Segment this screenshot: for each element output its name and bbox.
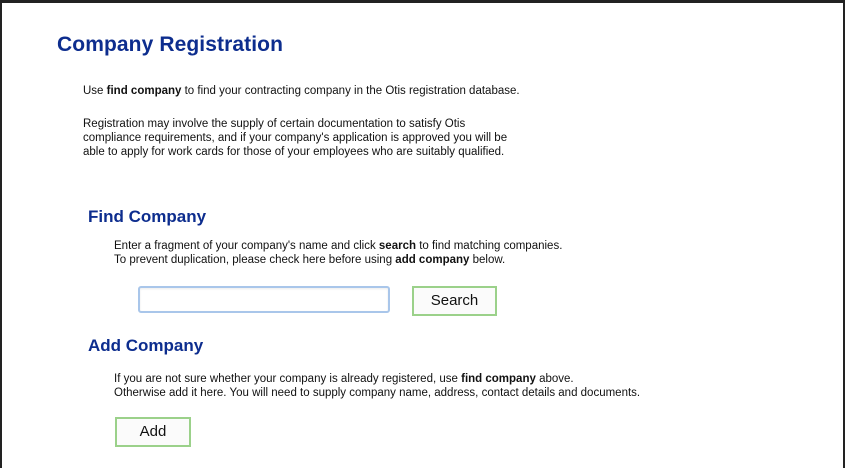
add-company-term: add company [395,254,470,266]
instruction-text: Otherwise add it here. You will need to … [114,387,641,399]
page-title: Company Registration [57,33,284,56]
instruction-text: Enter a fragment of your company's name … [114,240,379,252]
intro-text: Use [83,85,107,97]
page-frame: Company Registration Use find company to… [0,0,845,468]
find-company-term: find company [461,373,536,385]
company-search-input[interactable] [138,286,390,313]
find-company-heading: Find Company [88,207,207,226]
intro-line: able to apply for work cards for those o… [83,146,505,158]
intro-line: Registration may involve the supply of c… [83,118,466,130]
intro-paragraph-2: Registration may involve the supply of c… [83,117,683,159]
search-term: search [378,240,416,252]
find-company-instructions: Enter a fragment of your company's name … [114,239,562,267]
add-company-button[interactable]: Add [115,417,191,447]
instruction-text: above. [535,373,574,385]
intro-paragraph-1: Use find company to find your contractin… [83,84,520,98]
intro-text: to find your contracting company in the … [181,85,520,97]
instruction-text: To prevent duplication, please check her… [114,254,396,266]
add-company-instructions: If you are not sure whether your company… [114,372,640,400]
find-company-term: find company [106,85,182,97]
instruction-text: If you are not sure whether your company… [114,373,462,385]
add-company-heading: Add Company [88,336,204,355]
instruction-text: below. [469,254,506,266]
search-button[interactable]: Search [412,286,497,316]
instruction-text: to find matching companies. [416,240,563,252]
intro-line: compliance requirements, and if your com… [83,132,508,144]
